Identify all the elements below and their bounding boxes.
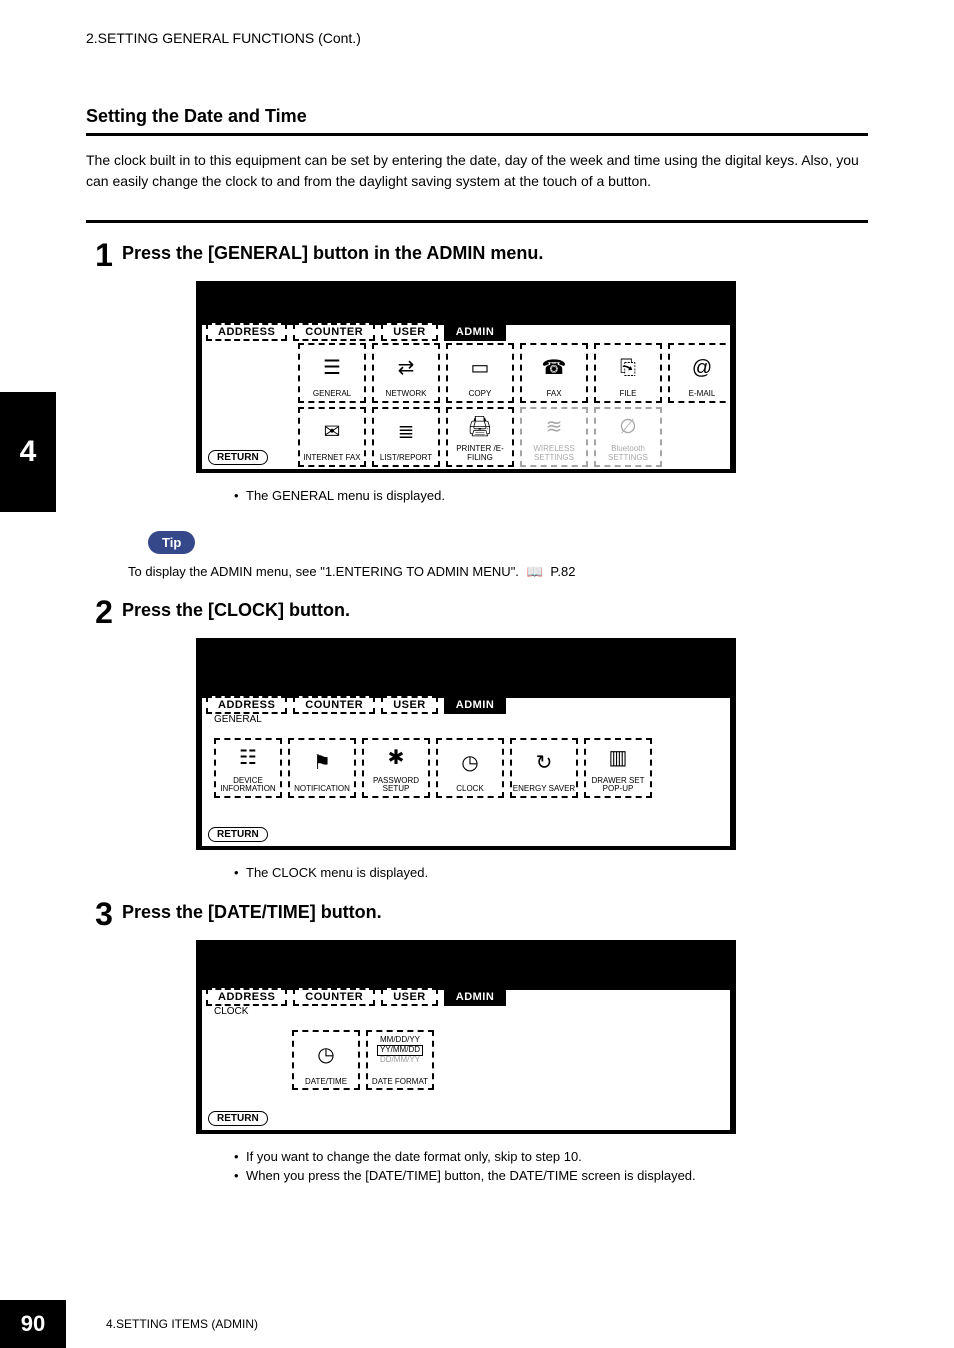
tab-user[interactable]: USER [381, 323, 438, 341]
wireless-settings-button: ≋WIRELESS SETTINGS [520, 407, 588, 467]
tab-address[interactable]: ADDRESS [206, 323, 287, 341]
section-intro: The clock built in to this equipment can… [86, 150, 868, 192]
tip-badge: Tip [148, 531, 195, 554]
step-number: 3 [86, 896, 122, 930]
breadcrumb: 2.SETTING GENERAL FUNCTIONS (Cont.) [86, 30, 361, 46]
tab-user[interactable]: USER [381, 988, 438, 1006]
page-footer: 90 4.SETTING ITEMS (ADMIN) [0, 1300, 954, 1348]
step-number: 1 [86, 237, 122, 271]
step3-notes: If you want to change the date format on… [86, 1148, 868, 1184]
note-item: The GENERAL menu is displayed. [234, 487, 868, 505]
step2-notes: The CLOCK menu is displayed. [86, 864, 868, 882]
tab-counter[interactable]: COUNTER [293, 696, 375, 714]
step-2: 2 Press the [CLOCK] button. [86, 594, 868, 628]
clock-icon: ◷ [317, 1032, 334, 1077]
tab-admin[interactable]: ADMIN [444, 323, 507, 341]
internet-fax-button[interactable]: ✉INTERNET FAX [298, 407, 366, 467]
notification-icon: ⚑ [313, 740, 331, 785]
printer-icon: 🖨 [467, 409, 492, 445]
notification-button[interactable]: ⚑NOTIFICATION [288, 738, 356, 798]
return-button[interactable]: RETURN [208, 827, 268, 842]
note-item: The CLOCK menu is displayed. [234, 864, 868, 882]
file-icon: ⎘ [620, 345, 636, 390]
tab-admin[interactable]: ADMIN [444, 696, 507, 714]
screenshot-general-menu: ADDRESS COUNTER USER ADMIN GENERAL ☷DEVI… [196, 638, 736, 850]
step-number: 2 [86, 594, 122, 628]
step-1: 1 Press the [GENERAL] button in the ADMI… [86, 237, 868, 271]
device-information-button[interactable]: ☷DEVICE INFORMATION [214, 738, 282, 798]
energy-saver-icon: ↻ [536, 740, 553, 785]
submenu-label: CLOCK [214, 1006, 248, 1017]
note-item: If you want to change the date format on… [234, 1148, 868, 1166]
date-format-option: MM/DD/YY [380, 1036, 420, 1045]
step1-notes: The GENERAL menu is displayed. [86, 487, 868, 505]
bluetooth-icon: ∅ [619, 409, 636, 445]
step-instruction: Press the [DATE/TIME] button. [122, 896, 382, 923]
tab-counter[interactable]: COUNTER [293, 323, 375, 341]
page-header: 2.SETTING GENERAL FUNCTIONS (Cont.) [0, 0, 954, 46]
step-3: 3 Press the [DATE/TIME] button. [86, 896, 868, 930]
return-button[interactable]: RETURN [208, 450, 268, 465]
screenshot-clock-menu: ADDRESS COUNTER USER ADMIN CLOCK ◷DATE/T… [196, 940, 736, 1134]
tab-admin[interactable]: ADMIN [444, 988, 507, 1006]
section-title: Setting the Date and Time [86, 106, 868, 136]
chapter-side-tab: 4 [0, 392, 56, 512]
tab-address[interactable]: ADDRESS [206, 988, 287, 1006]
wireless-icon: ≋ [546, 409, 563, 445]
book-icon: 📖 [527, 564, 543, 580]
step-instruction: Press the [CLOCK] button. [122, 594, 350, 621]
step-instruction: Press the [GENERAL] button in the ADMIN … [122, 237, 543, 264]
copy-icon: ▭ [471, 345, 490, 390]
internet-fax-icon: ✉ [324, 409, 341, 454]
fax-icon: ☎ [542, 345, 567, 390]
section-rule [86, 220, 868, 223]
copy-button[interactable]: ▭COPY [446, 343, 514, 403]
drawer-set-popup-button[interactable]: ▥DRAWER SET POP-UP [584, 738, 652, 798]
device-info-icon: ☷ [239, 740, 257, 776]
page-number: 90 [0, 1300, 66, 1348]
date-format-option: DD/MM/YY [380, 1056, 420, 1065]
date-time-button[interactable]: ◷DATE/TIME [292, 1030, 360, 1090]
date-format-button[interactable]: MM/DD/YY YY/MM/DD DD/MM/YY DATE FORMAT [366, 1030, 434, 1090]
password-setup-button[interactable]: ✱PASSWORD SETUP [362, 738, 430, 798]
submenu-label: GENERAL [214, 714, 262, 725]
list-report-button[interactable]: ≣LIST/REPORT [372, 407, 440, 467]
tab-counter[interactable]: COUNTER [293, 988, 375, 1006]
general-icon: ☰ [323, 345, 341, 390]
tab-address[interactable]: ADDRESS [206, 696, 287, 714]
network-icon: ⇄ [398, 345, 415, 390]
network-button[interactable]: ⇄NETWORK [372, 343, 440, 403]
password-icon: ✱ [388, 740, 405, 776]
tip-text: To display the ADMIN menu, see "1.ENTERI… [128, 564, 868, 580]
clock-icon: ◷ [461, 740, 478, 785]
list-report-icon: ≣ [398, 409, 415, 454]
general-button[interactable]: ☰GENERAL [298, 343, 366, 403]
clock-button[interactable]: ◷CLOCK [436, 738, 504, 798]
bluetooth-settings-button: ∅Bluetooth SETTINGS [594, 407, 662, 467]
footer-chapter: 4.SETTING ITEMS (ADMIN) [106, 1317, 258, 1331]
note-item: When you press the [DATE/TIME] button, t… [234, 1167, 868, 1185]
fax-button[interactable]: ☎FAX [520, 343, 588, 403]
email-icon: @ [692, 345, 712, 390]
screenshot-admin-menu: ADDRESS COUNTER USER ADMIN ☰GENERAL ⇄NET… [196, 281, 736, 473]
file-button[interactable]: ⎘FILE [594, 343, 662, 403]
drawer-icon: ▥ [609, 740, 628, 776]
email-button[interactable]: @E-MAIL [668, 343, 736, 403]
energy-saver-button[interactable]: ↻ENERGY SAVER [510, 738, 578, 798]
printer-efiling-button[interactable]: 🖨PRINTER /E-FILING [446, 407, 514, 467]
return-button[interactable]: RETURN [208, 1111, 268, 1126]
tab-user[interactable]: USER [381, 696, 438, 714]
